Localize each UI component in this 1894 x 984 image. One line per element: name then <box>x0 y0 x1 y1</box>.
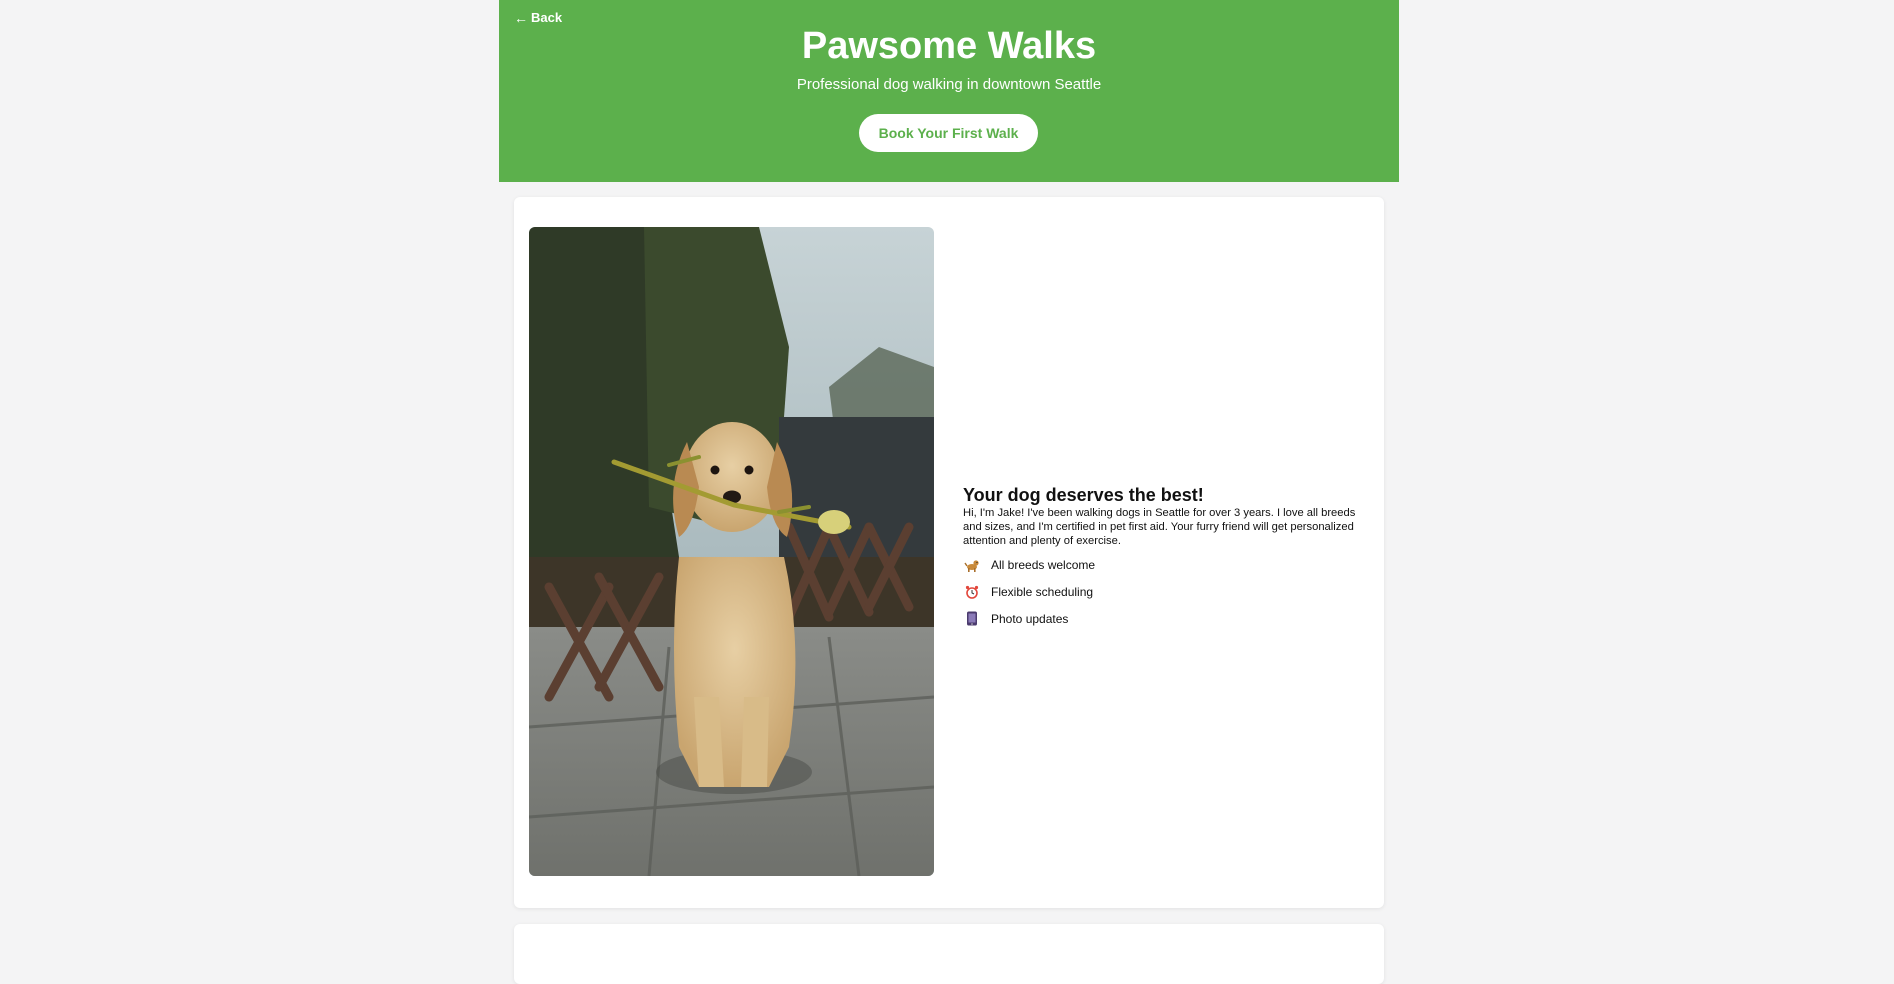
about-card: Your dog deserves the best! Hi, I'm Jake… <box>514 197 1384 908</box>
alarm-clock-icon <box>963 583 981 601</box>
page-title: Pawsome Walks <box>801 25 1097 67</box>
about-title: Your dog deserves the best! <box>963 485 1204 505</box>
back-label: Back <box>531 10 563 25</box>
feature-label: All breeds welcome <box>991 557 1096 572</box>
feature-item-photos: Photo updates <box>963 605 1363 632</box>
arrow-left-icon: ← <box>514 9 528 26</box>
book-first-walk-button[interactable]: Book Your First Walk <box>859 114 1038 152</box>
feature-item-breeds: All breeds welcome <box>963 551 1363 578</box>
page: ← Back Pawsome Walks Professional dog wa… <box>499 0 1399 984</box>
feature-label: Flexible scheduling <box>991 584 1094 599</box>
about-info: Your dog deserves the best! Hi, I'm Jake… <box>963 484 1363 632</box>
dog-photo <box>529 227 934 876</box>
feature-item-scheduling: Flexible scheduling <box>963 578 1363 605</box>
back-link[interactable]: ← Back <box>514 10 562 25</box>
about-body: Hi, I'm Jake! I've been walking dogs in … <box>963 507 1356 547</box>
hero-header: ← Back Pawsome Walks Professional dog wa… <box>499 0 1399 182</box>
page-subtitle: Professional dog walking in downtown Sea… <box>796 76 1102 93</box>
dog-icon <box>963 556 981 574</box>
phone-icon <box>963 610 981 628</box>
feature-label: Photo updates <box>991 611 1069 626</box>
next-card <box>514 924 1384 984</box>
feature-list: All breeds welcome Flexible scheduling P… <box>963 551 1363 632</box>
